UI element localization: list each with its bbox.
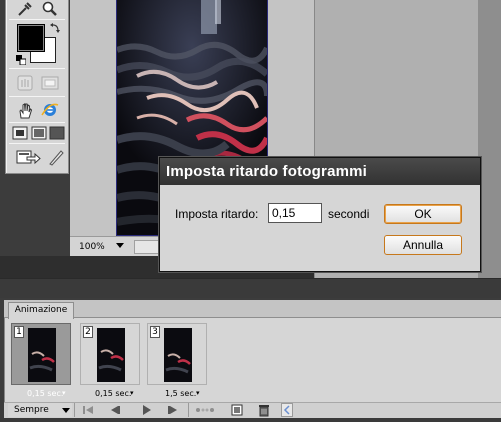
chevron-down-icon[interactable]: ▾: [62, 389, 66, 397]
animation-frame-2[interactable]: 2: [80, 323, 140, 385]
tools-panel: [5, 0, 69, 174]
screen-mode-icon[interactable]: [40, 74, 60, 92]
chevron-down-icon[interactable]: [62, 408, 70, 413]
default-colors-icon[interactable]: [16, 55, 26, 65]
swap-colors-icon[interactable]: [49, 22, 61, 34]
frame-number: 2: [83, 326, 93, 338]
frame-thumbnail: [164, 328, 192, 382]
ok-button[interactable]: OK: [384, 204, 462, 224]
tab-animation[interactable]: Animazione: [8, 302, 74, 319]
set-frame-delay-dialog: Imposta ritardo fotogrammi Imposta ritar…: [159, 157, 481, 272]
bottom-edge: [0, 418, 501, 422]
full-screen-mode-icon[interactable]: [31, 126, 47, 140]
panel-dock: [478, 0, 501, 278]
zoom-level: 100%: [79, 242, 105, 252]
frame-number: 1: [14, 326, 24, 338]
frame-delay[interactable]: 1,5 sec.: [165, 389, 196, 398]
delay-unit-label: secondi: [328, 207, 370, 221]
ie-browser-icon[interactable]: [40, 101, 60, 119]
chevron-down-icon[interactable]: ▾: [196, 389, 200, 397]
frame-delay[interactable]: 0,15 sec.: [27, 389, 63, 398]
jump-to-imageready-icon[interactable]: [15, 148, 41, 166]
frame-thumbnail: [28, 328, 56, 382]
full-screen-icon[interactable]: [49, 126, 65, 140]
hand-tool-icon[interactable]: [15, 102, 35, 120]
frame-delay[interactable]: 0,15 sec.: [95, 389, 131, 398]
dialog-title[interactable]: Imposta ritardo fotogrammi: [160, 158, 480, 185]
delay-input[interactable]: [268, 203, 322, 223]
frame-number: 3: [150, 326, 160, 338]
scroll-left-icon[interactable]: [281, 403, 293, 417]
hand-icon[interactable]: [15, 74, 35, 92]
animation-tab-strip: [4, 300, 501, 318]
chevron-down-icon[interactable]: [116, 243, 124, 248]
foreground-color-swatch[interactable]: [18, 25, 44, 51]
play-icon[interactable]: [138, 403, 154, 417]
duplicate-frame-icon[interactable]: [229, 403, 245, 417]
delay-label: Imposta ritardo:: [175, 207, 259, 221]
delete-frame-icon[interactable]: [256, 403, 272, 417]
previous-frame-icon[interactable]: [107, 403, 123, 417]
loop-value: Sempre: [14, 405, 49, 415]
animation-frame-3[interactable]: 3: [147, 323, 207, 385]
animation-toolbar: [4, 402, 501, 418]
first-frame-icon[interactable]: [80, 403, 96, 417]
animation-frame-1[interactable]: 1: [11, 323, 71, 385]
tween-icon[interactable]: [195, 403, 215, 417]
next-frame-icon[interactable]: [165, 403, 181, 417]
zoom-icon[interactable]: [40, 0, 60, 18]
cancel-button[interactable]: Annulla: [384, 235, 462, 255]
standard-mode-icon[interactable]: [12, 126, 28, 140]
brush-icon[interactable]: [46, 148, 66, 166]
frame-thumbnail: [97, 328, 125, 382]
eyedropper-icon[interactable]: [14, 0, 34, 18]
panel-separator: [0, 278, 501, 298]
chevron-down-icon[interactable]: ▾: [130, 389, 134, 397]
